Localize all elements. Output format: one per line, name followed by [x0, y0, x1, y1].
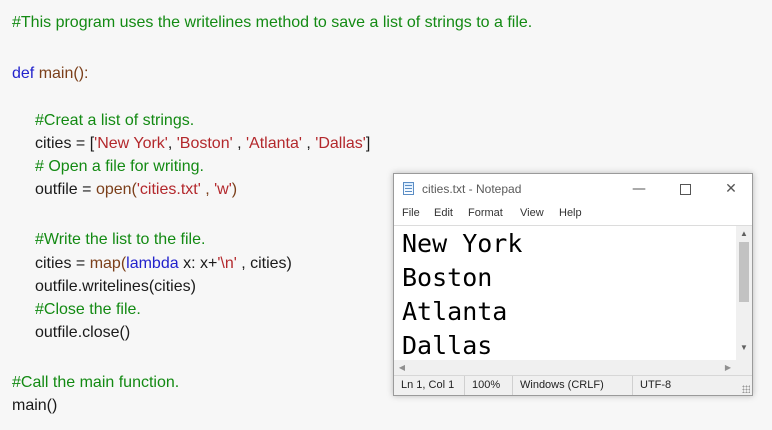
code-line-create-comment: #Creat a list of strings. [35, 112, 195, 129]
code-line-close-comment: #Close the file. [35, 301, 141, 318]
scroll-right-icon[interactable]: ▶ [720, 360, 736, 375]
separator: , [167, 135, 177, 152]
def-keyword: def [12, 65, 35, 82]
status-line-endings: Windows (CRLF) [512, 376, 632, 395]
scroll-left-icon[interactable]: ◀ [394, 360, 410, 375]
code-line-close-call: outfile.close() [35, 324, 131, 341]
code-line-cities-list: cities = ['New York', 'Boston' , 'Atlant… [35, 133, 370, 155]
string-atlanta: 'Atlanta' [246, 135, 302, 152]
code-line-open-comment: # Open a file for writing. [35, 158, 204, 175]
scroll-down-icon[interactable]: ▼ [736, 340, 752, 356]
map-function: map( [89, 255, 127, 272]
lambda-body: x: x+ [178, 255, 218, 272]
minimize-button[interactable]: — [616, 174, 662, 204]
cities-assign-map: cities = [35, 255, 90, 272]
text-line: Atlanta [402, 297, 508, 326]
code-line-main-call: main() [12, 397, 58, 414]
menu-format[interactable]: Format [468, 207, 503, 219]
code-line-cities-map: cities = map(lambda x: x+'\n' , cities) [35, 253, 292, 275]
code-line-def-main: def main(): [12, 63, 88, 85]
close-paren: ) [231, 181, 238, 198]
lambda-keyword: lambda [126, 255, 179, 272]
maximize-icon [679, 183, 691, 195]
notepad-icon [403, 182, 414, 195]
text-line: Boston [402, 263, 493, 292]
separator: , [232, 135, 246, 152]
notepad-text-area[interactable]: New York Boston Atlanta Dallas [394, 225, 736, 360]
text-line: Dallas [402, 331, 493, 360]
notepad-menu-bar: File Edit Format View Help [394, 204, 752, 225]
status-bar: Ln 1, Col 1 100% Windows (CRLF) UTF-8 [394, 375, 752, 395]
scroll-thumb[interactable] [739, 242, 749, 302]
string-filename: 'cities.txt' [136, 181, 201, 198]
main-signature: main(): [34, 65, 89, 82]
string-boston: 'Boston' [176, 135, 233, 152]
menu-help[interactable]: Help [559, 207, 582, 219]
string-new-york: 'New York' [94, 135, 168, 152]
text-line: New York [402, 229, 523, 258]
code-line-writelines: outfile.writelines(cities) [35, 278, 196, 295]
string-mode: 'w' [214, 181, 232, 198]
close-button[interactable]: ✕ [708, 174, 754, 204]
maximize-button[interactable] [662, 174, 708, 204]
scroll-up-icon[interactable]: ▲ [736, 226, 752, 242]
close-bracket: ] [365, 135, 371, 152]
status-position: Ln 1, Col 1 [401, 379, 455, 391]
menu-view[interactable]: View [520, 207, 544, 219]
menu-edit[interactable]: Edit [434, 207, 453, 219]
status-encoding: UTF-8 [632, 376, 732, 395]
notepad-title-bar[interactable]: cities.txt - Notepad — ✕ [394, 174, 752, 204]
outfile-assign: outfile = [35, 181, 96, 198]
code-line-call-main-comment: #Call the main function. [12, 374, 180, 391]
status-zoom: 100% [464, 376, 512, 395]
code-line-outfile-open: outfile = open('cities.txt' , 'w') [35, 179, 237, 201]
string-newline: '\n' [217, 255, 237, 272]
horizontal-scrollbar[interactable]: ◀ ▶ [394, 360, 736, 375]
cities-assign: cities = [ [35, 135, 95, 152]
separator: , [301, 135, 316, 152]
separator: , [200, 181, 215, 198]
map-rest: , cities) [236, 255, 292, 272]
string-dallas: 'Dallas' [315, 135, 366, 152]
menu-file[interactable]: File [402, 207, 420, 219]
code-line-write-comment: #Write the list to the file. [35, 231, 206, 248]
notepad-window: cities.txt - Notepad — ✕ File Edit Forma… [393, 173, 753, 396]
open-function: open( [95, 181, 137, 198]
notepad-title: cities.txt - Notepad [422, 182, 522, 196]
scroll-corner [736, 360, 752, 375]
vertical-scrollbar[interactable]: ▲ ▼ [736, 225, 752, 360]
code-line-header-comment: #This program uses the writelines method… [12, 14, 533, 31]
resize-grip-icon[interactable] [742, 385, 750, 393]
